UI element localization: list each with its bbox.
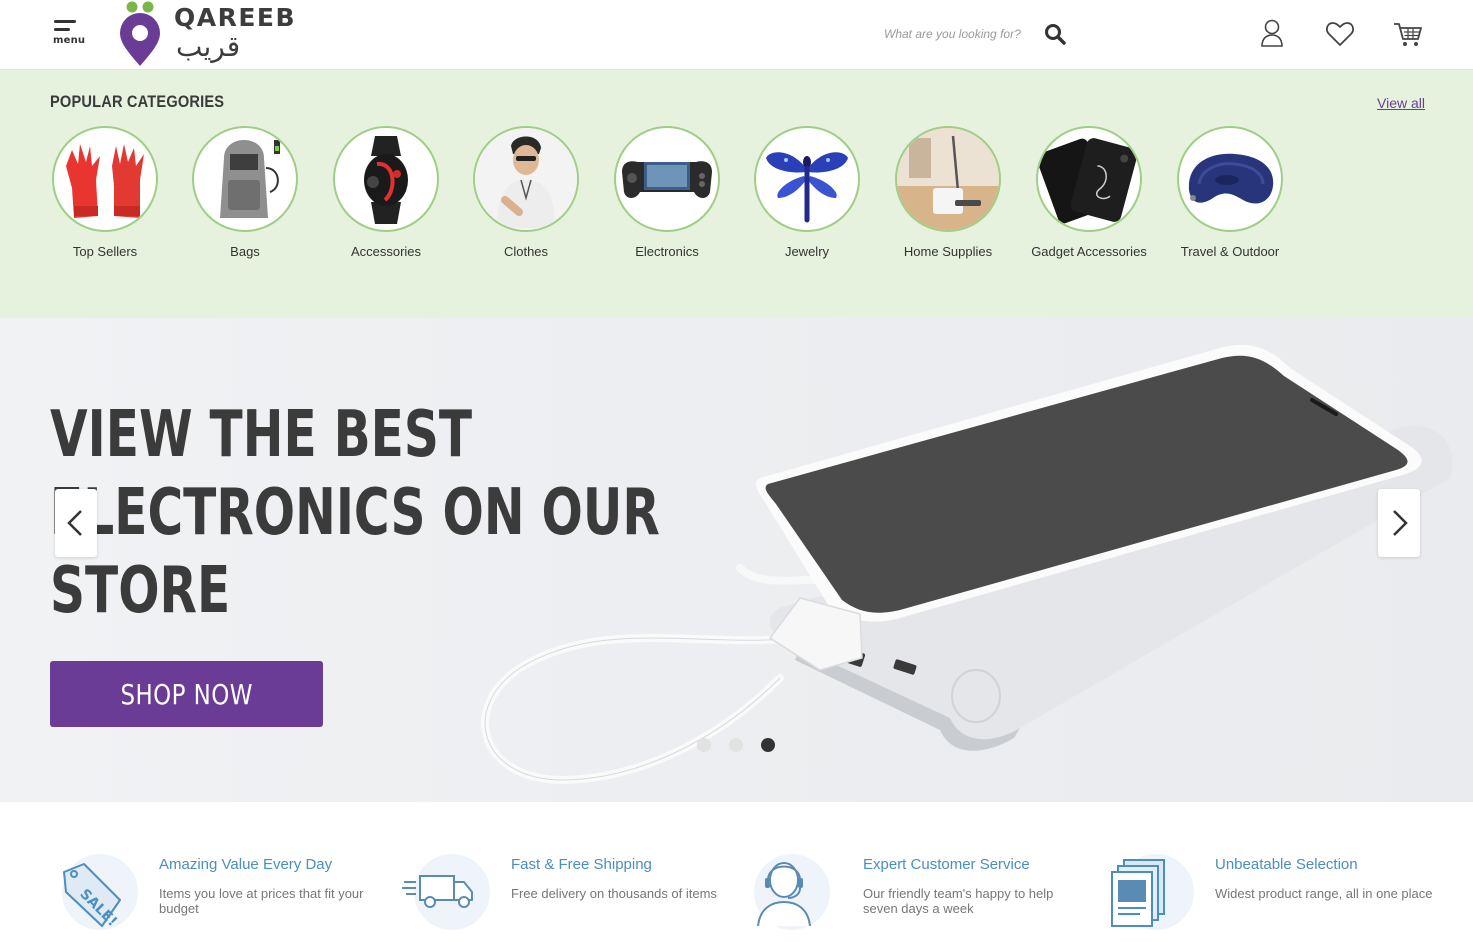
slider-dot-active[interactable] bbox=[761, 738, 775, 752]
slider-dot[interactable] bbox=[729, 738, 743, 752]
category-gadget-accessories[interactable]: Gadget Accessories bbox=[1029, 126, 1149, 262]
shop-now-button[interactable]: SHOP NOW bbox=[50, 661, 323, 727]
chevron-right-icon bbox=[1393, 510, 1408, 536]
category-image bbox=[192, 126, 298, 232]
category-label: Home Supplies bbox=[903, 244, 993, 259]
hero-title-line: STORE bbox=[50, 554, 231, 628]
logo-pin-icon bbox=[120, 1, 160, 66]
category-label: Gadget Accessories bbox=[1031, 244, 1147, 259]
category-electronics[interactable]: Electronics bbox=[607, 126, 727, 262]
feature-description: Widest product range, all in one place bbox=[1215, 886, 1433, 901]
user-icon[interactable] bbox=[1256, 18, 1288, 50]
smartwatch-image bbox=[364, 136, 408, 224]
category-clothes[interactable]: Clothes bbox=[466, 126, 586, 262]
feature-selection: Unbeatable Selection Widest product rang… bbox=[1106, 852, 1446, 932]
category-image bbox=[614, 126, 720, 232]
hero-title-line: VIEW THE BEST bbox=[50, 398, 473, 472]
feature-support: Expert Customer Service Our friendly tea… bbox=[754, 852, 1094, 932]
neck-pillow-image bbox=[1188, 153, 1274, 204]
catalog-icon bbox=[1111, 854, 1194, 930]
feature-description: Our friendly team's happy to help seven … bbox=[863, 886, 1054, 916]
slider-prev-button[interactable] bbox=[55, 489, 97, 557]
hero-title-line: ELECTRONICS ON OUR bbox=[50, 476, 660, 550]
backpack-image bbox=[220, 140, 280, 218]
category-label: Jewelry bbox=[784, 244, 830, 259]
popular-categories: POPULAR CATEGORIES View all Top Sellers bbox=[0, 70, 1473, 318]
mop-image bbox=[897, 128, 999, 230]
view-all-link[interactable]: View all bbox=[1377, 95, 1425, 111]
feature-title: Amazing Value Every Day bbox=[159, 856, 333, 873]
category-image bbox=[333, 126, 439, 232]
menu-label: menu bbox=[53, 35, 86, 46]
category-image bbox=[754, 126, 860, 232]
category-label: Bags bbox=[230, 244, 260, 259]
brand-name-arabic: قريب bbox=[176, 30, 241, 63]
category-travel-outdoor[interactable]: Travel & Outdoor bbox=[1170, 126, 1290, 262]
feature-value: SALE! Amazing Value Every Day Items you … bbox=[50, 852, 390, 932]
shop-now-label: SHOP NOW bbox=[120, 677, 253, 711]
slider-dot[interactable] bbox=[697, 738, 711, 752]
game-controller-image bbox=[622, 161, 712, 198]
feature-title: Expert Customer Service bbox=[863, 856, 1030, 873]
category-top-sellers[interactable]: Top Sellers bbox=[45, 126, 165, 262]
category-image bbox=[52, 126, 158, 232]
search-icon[interactable] bbox=[1044, 23, 1066, 45]
feature-title: Unbeatable Selection bbox=[1215, 856, 1358, 873]
menu-button[interactable]: menu bbox=[50, 18, 86, 50]
menu-icon-bar bbox=[54, 28, 70, 31]
dragonfly-brooch-image bbox=[766, 152, 848, 223]
category-accessories[interactable]: Accessories bbox=[326, 126, 446, 262]
category-label: Travel & Outdoor bbox=[1180, 244, 1280, 259]
gloves-image bbox=[66, 144, 144, 218]
phone-case-image bbox=[1038, 138, 1138, 224]
category-label: Clothes bbox=[503, 244, 549, 259]
sale-tag-icon: SALE! bbox=[62, 854, 138, 930]
feature-shipping: Fast & Free Shipping Free delivery on th… bbox=[402, 852, 742, 932]
chevron-left-icon bbox=[67, 510, 82, 536]
cart-icon[interactable] bbox=[1392, 18, 1424, 50]
category-jewelry[interactable]: Jewelry bbox=[747, 126, 867, 262]
category-image bbox=[895, 126, 1001, 232]
category-label: Top Sellers bbox=[72, 244, 138, 259]
category-label: Accessories bbox=[350, 244, 422, 259]
feature-title: Fast & Free Shipping bbox=[511, 856, 652, 873]
category-home-supplies[interactable]: Home Supplies bbox=[888, 126, 1008, 262]
feature-description: Items you love at prices that fit your b… bbox=[159, 886, 364, 916]
section-title: POPULAR CATEGORIES bbox=[50, 92, 225, 111]
heart-icon[interactable] bbox=[1324, 18, 1356, 50]
brand-name: QAREEB bbox=[174, 3, 297, 32]
slider-next-button[interactable] bbox=[1378, 489, 1420, 557]
category-bags[interactable]: Bags bbox=[185, 126, 305, 262]
hero-title: VIEW THE BEST ELECTRONICS ON OUR STORE bbox=[50, 396, 660, 630]
search-input[interactable] bbox=[878, 18, 1038, 50]
delivery-truck-icon bbox=[402, 854, 490, 930]
model-image bbox=[475, 128, 577, 230]
category-label: Electronics bbox=[635, 244, 699, 259]
category-image bbox=[1036, 126, 1142, 232]
menu-icon bbox=[54, 20, 76, 23]
feature-description: Free delivery on thousands of items bbox=[511, 886, 717, 901]
site-logo[interactable]: QAREEB قريب bbox=[118, 0, 295, 68]
support-agent-icon bbox=[754, 854, 830, 930]
search-bar bbox=[878, 18, 1074, 50]
site-header: menu QAREEB قريب bbox=[0, 0, 1473, 70]
category-image bbox=[1177, 126, 1283, 232]
hero-banner: VIEW THE BEST ELECTRONICS ON OUR STORE S… bbox=[0, 318, 1473, 802]
category-image bbox=[473, 126, 579, 232]
features-strip: SALE! Amazing Value Every Day Items you … bbox=[0, 802, 1473, 942]
